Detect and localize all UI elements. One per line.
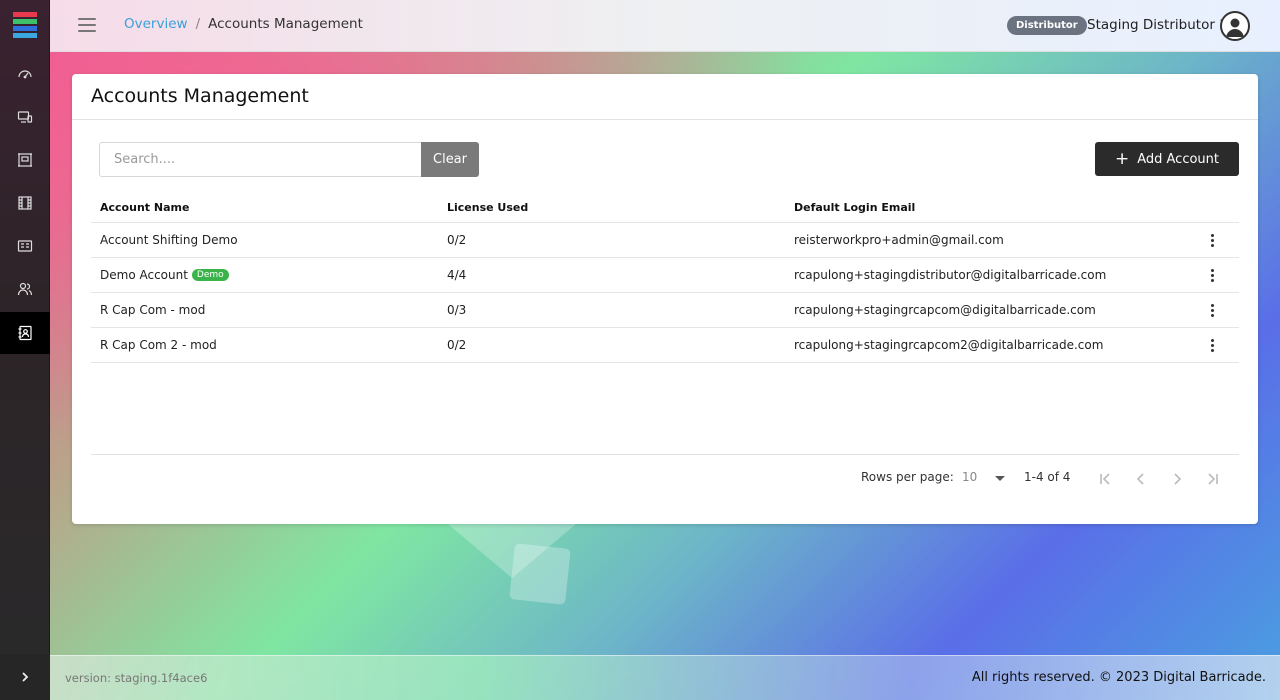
users-icon [17,282,33,296]
expand-sidebar-button[interactable] [0,654,50,700]
demo-badge: Demo [191,269,229,281]
column-header-account-name[interactable]: Account Name [91,201,438,214]
rows-per-page-value: 10 [962,470,978,484]
breadcrumb: Overview / Accounts Management [124,16,363,32]
page-title: Accounts Management [91,85,309,107]
sidebar-item-devices[interactable] [0,97,50,137]
rows-per-page-select[interactable]: 10 [962,470,1006,484]
table-row[interactable]: Demo Account Demo 4/4 rcapulong+stagingd… [91,258,1239,293]
previous-page-button[interactable] [1132,470,1150,488]
sidebar-item-dashboard[interactable] [0,54,50,94]
login-email-cell: rcapulong+stagingdistributor@digitalbarr… [794,268,1107,282]
role-badge: Distributor [1007,16,1087,35]
table-row[interactable]: R Cap Com - mod 0/3 rcapulong+stagingrca… [91,293,1239,328]
more-vertical-icon [1210,338,1214,352]
column-header-license-used[interactable]: License Used [438,201,785,214]
row-actions-button[interactable] [1185,338,1239,352]
table-header-row: Account Name License Used Default Login … [91,192,1239,223]
login-email-cell: rcapulong+stagingrcapcom2@digitalbarrica… [794,338,1104,352]
table-row[interactable]: R Cap Com 2 - mod 0/2 rcapulong+stagingr… [91,328,1239,363]
login-email-cell: reisterworkpro+admin@gmail.com [794,233,1004,247]
content-card-icon [17,240,33,252]
sidebar-item-users[interactable] [0,269,50,309]
first-page-button[interactable] [1096,470,1114,488]
sidebar-item-media[interactable] [0,183,50,223]
account-name-cell: Demo Account Demo [91,268,438,282]
chevron-right-icon [1174,473,1182,485]
account-name-cell: Account Shifting Demo [91,233,438,247]
devices-icon [17,111,33,123]
add-account-button[interactable]: + Add Account [1095,142,1239,176]
film-media-icon [18,196,32,210]
table-row[interactable]: Account Shifting Demo 0/2 reisterworkpro… [91,223,1239,258]
login-email-cell: rcapulong+stagingrcapcom@digitalbarricad… [794,303,1096,317]
watermark-square [509,543,571,605]
row-actions-button[interactable] [1185,233,1239,247]
license-used-cell: 0/2 [447,233,467,247]
table-footer-divider [91,454,1239,455]
more-vertical-icon [1210,268,1214,282]
add-account-label: Add Account [1137,151,1220,167]
sidebar [0,0,50,700]
dashboard-gauge-icon [18,70,32,79]
clear-button[interactable]: Clear [421,142,479,177]
accounts-card: Accounts Management Clear + Add Account … [72,74,1258,524]
row-actions-button[interactable] [1185,268,1239,282]
sidebar-item-accounts[interactable] [0,312,50,354]
version-text: version: staging.1f4ace6 [65,671,208,685]
account-name: Account Shifting Demo [100,233,238,247]
title-divider [72,119,1258,120]
license-used-cell: 4/4 [447,268,467,282]
next-page-button[interactable] [1168,470,1186,488]
user-avatar-icon [1226,18,1244,37]
avatar[interactable] [1220,11,1250,41]
row-actions-button[interactable] [1185,303,1239,317]
breadcrumb-separator: / [195,16,201,32]
sidebar-item-content[interactable] [0,226,50,266]
first-page-icon [1100,473,1110,485]
breadcrumb-current: Accounts Management [208,16,363,32]
copyright-text: All rights reserved. © 2023 Digital Barr… [971,670,1266,685]
license-used-cell: 0/3 [447,303,467,317]
sidebar-item-layouts[interactable] [0,140,50,180]
chevron-left-icon [1136,473,1144,485]
more-vertical-icon [1210,233,1214,247]
accounts-table: Account Name License Used Default Login … [91,192,1239,363]
caret-down-icon [995,475,1006,481]
account-name: Demo Account [100,268,188,282]
main-area: Overview / Accounts Management Distribut… [50,0,1280,700]
user-name[interactable]: Staging Distributor 1 [1087,17,1228,33]
top-header: Overview / Accounts Management Distribut… [50,0,1280,52]
more-vertical-icon [1210,303,1214,317]
account-name: R Cap Com 2 - mod [100,338,217,352]
search-input[interactable] [99,142,421,177]
accounts-contact-icon [18,325,32,341]
chevron-right-icon [22,672,29,682]
app-logo[interactable] [13,12,37,40]
account-name-cell: R Cap Com - mod [91,303,438,317]
menu-toggle-icon[interactable] [78,18,96,32]
last-page-icon [1208,473,1218,485]
page-range: 1-4 of 4 [1024,470,1071,484]
account-name-cell: R Cap Com 2 - mod [91,338,438,352]
last-page-button[interactable] [1204,470,1222,488]
screen-layout-icon [18,153,32,167]
license-used-cell: 0/2 [447,338,467,352]
plus-icon: + [1114,148,1130,169]
rows-per-page-label: Rows per page: [861,470,954,484]
column-header-default-login-email[interactable]: Default Login Email [785,201,1185,214]
breadcrumb-link-overview[interactable]: Overview [124,16,188,32]
page-footer: version: staging.1f4ace6 All rights rese… [50,655,1280,700]
account-name: R Cap Com - mod [100,303,206,317]
